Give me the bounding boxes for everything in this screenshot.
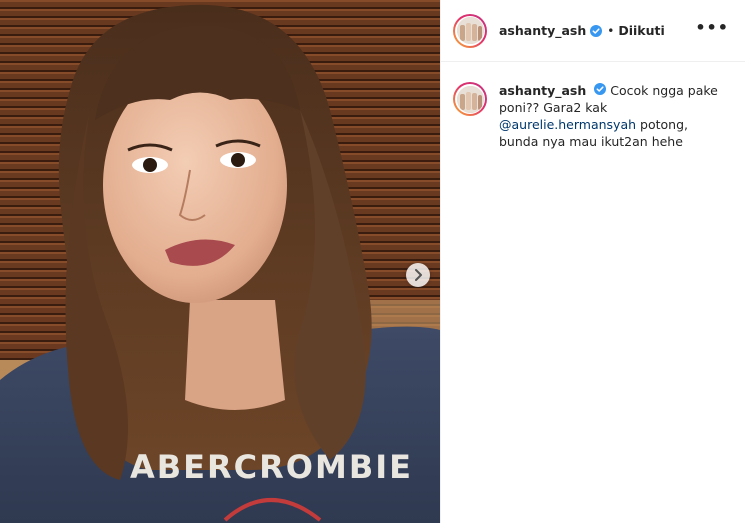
follow-status-button[interactable]: Diikuti bbox=[618, 23, 664, 38]
avatar[interactable] bbox=[453, 13, 487, 48]
caption-username[interactable]: ashanty_ash bbox=[499, 83, 586, 98]
caption-mention-link[interactable]: @aurelie.hermansyah bbox=[499, 117, 636, 132]
caption-text: ashanty_ash Cocok ngga pake poni?? Gara2… bbox=[499, 82, 719, 150]
caption-avatar[interactable] bbox=[453, 82, 487, 116]
header-username[interactable]: ashanty_ash bbox=[499, 23, 586, 38]
chevron-right-icon bbox=[415, 269, 422, 281]
post-caption: ashanty_ash Cocok ngga pake poni?? Gara2… bbox=[441, 62, 745, 150]
next-photo-button[interactable] bbox=[406, 263, 430, 287]
post-sidebar: ashanty_ash • Diikuti ••• ashanty_ash Co… bbox=[440, 0, 745, 523]
verified-badge-icon bbox=[594, 83, 607, 95]
post-header: ashanty_ash • Diikuti ••• bbox=[441, 0, 745, 62]
more-options-icon[interactable]: ••• bbox=[695, 19, 729, 39]
instagram-post: ABERCROMBIE ashanty_ash • Diikuti ••• as… bbox=[0, 0, 745, 523]
verified-badge-icon bbox=[590, 24, 603, 37]
post-photo[interactable]: ABERCROMBIE bbox=[0, 0, 440, 523]
shirt-print-text: ABERCROMBIE bbox=[130, 448, 413, 486]
avatar-image bbox=[456, 85, 484, 113]
avatar-image bbox=[456, 17, 484, 44]
separator-dot: • bbox=[607, 23, 615, 38]
photo-illustration: ABERCROMBIE bbox=[0, 0, 440, 523]
